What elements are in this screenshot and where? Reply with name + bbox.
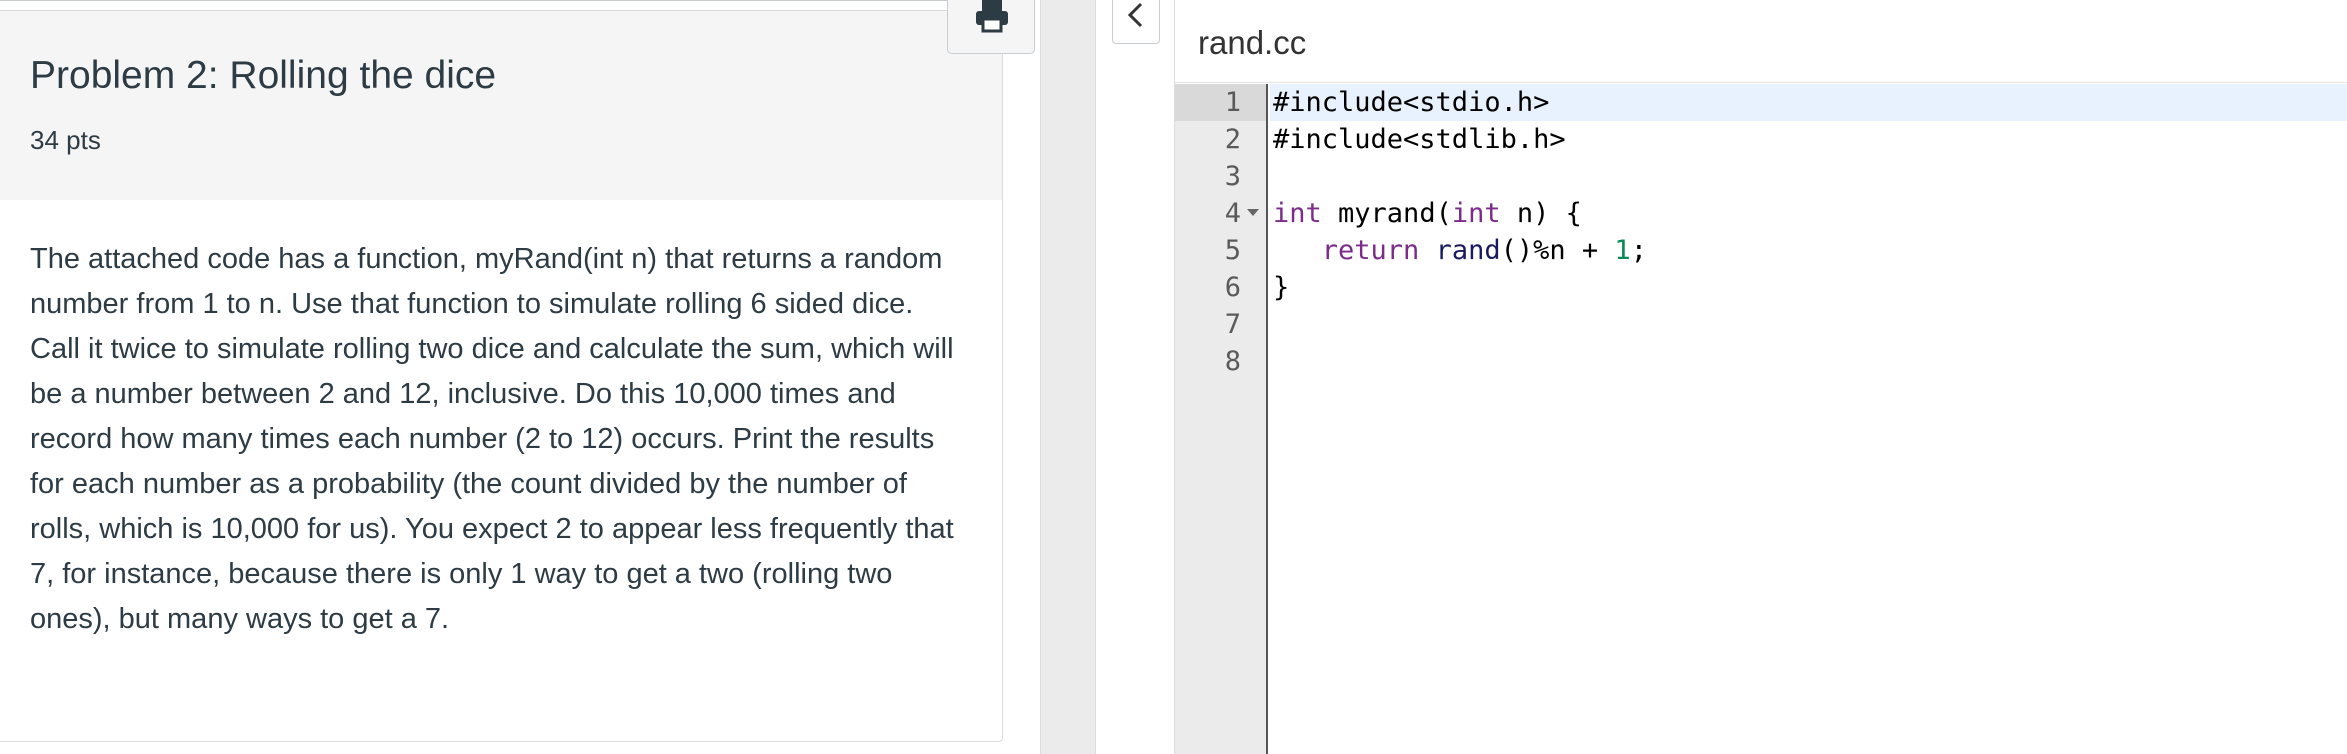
question-text: The attached code has a function, myRand…	[30, 243, 954, 635]
code-editor-panel: rand.cc 12345678 #include<stdio.h> #inclu…	[1174, 0, 2347, 754]
code-line[interactable]: int myrand(int n) {	[1270, 195, 2347, 232]
code-token: int	[1273, 198, 1322, 229]
line-number: 8	[1224, 346, 1241, 377]
code-token: myrand(	[1321, 198, 1452, 229]
code-token: n) {	[1500, 198, 1582, 229]
code-token: ;	[1630, 235, 1647, 266]
code-token: rand	[1435, 235, 1501, 266]
top-divider	[0, 0, 1002, 1]
code-token: #include<stdlib.h>	[1273, 124, 1566, 155]
line-number: 5	[1224, 235, 1241, 266]
code-line[interactable]: #include<stdio.h>	[1270, 84, 2347, 121]
line-number: 1	[1175, 84, 1266, 121]
code-line[interactable]: #include<stdlib.h>	[1270, 121, 2347, 158]
code-line[interactable]	[1270, 306, 2347, 343]
code-line[interactable]: }	[1270, 269, 2347, 306]
code-token: 1	[1614, 235, 1631, 266]
fold-arrow-icon[interactable]	[1247, 209, 1259, 216]
code-token: int	[1451, 198, 1501, 229]
question-title: Problem 2: Rolling the dice	[30, 54, 497, 97]
line-number: 3	[1224, 161, 1241, 192]
code-line[interactable]	[1270, 343, 2347, 380]
line-number: 6	[1224, 272, 1241, 303]
code-area[interactable]: #include<stdio.h> #include<stdlib.h> int m…	[1270, 84, 2347, 754]
chevron-left-icon	[1127, 2, 1143, 28]
question-header: Problem 2: Rolling the dice 34 pts	[0, 11, 1002, 200]
code-token: ()%n +	[1500, 235, 1615, 266]
code-line[interactable]	[1270, 158, 2347, 195]
editor-divider	[1175, 82, 2347, 83]
question-card: Problem 2: Rolling the dice 34 pts The a…	[0, 10, 1003, 742]
question-points: 34 pts	[30, 125, 101, 155]
collapse-button[interactable]	[1112, 0, 1160, 44]
code-token: #include<stdio.h>	[1273, 87, 1550, 118]
print-icon	[976, 0, 1008, 33]
code-line[interactable]: return rand()%n + 1;	[1270, 232, 2347, 269]
code-token: return	[1321, 235, 1420, 266]
line-number: 7	[1224, 309, 1241, 340]
print-button[interactable]	[947, 0, 1035, 54]
file-name: rand.cc	[1198, 24, 1307, 61]
panel-divider[interactable]	[1040, 0, 1096, 754]
line-number-gutter: 12 345 6 7 8	[1175, 84, 1268, 754]
code-token: }	[1273, 272, 1290, 303]
line-number: 2	[1224, 124, 1241, 155]
line-number: 4	[1175, 195, 1266, 232]
